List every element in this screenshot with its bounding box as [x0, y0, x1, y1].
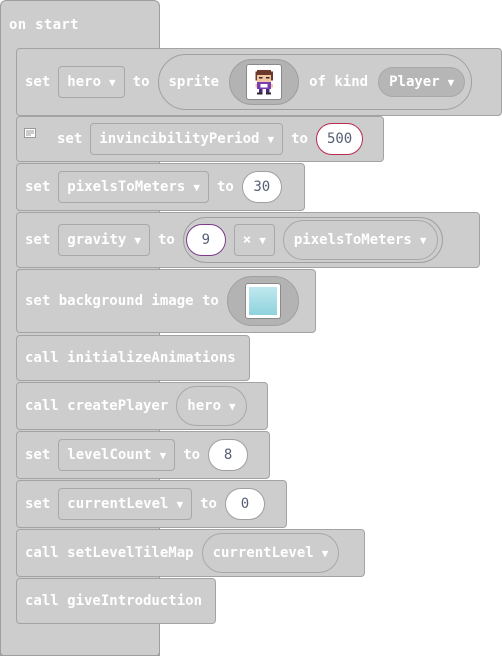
chevron-down-icon: ▼ [419, 233, 427, 247]
chevron-down-icon: ▼ [259, 233, 266, 247]
number-input[interactable]: 500 [315, 123, 364, 155]
kind-dropdown[interactable]: Player ▼ [378, 67, 466, 97]
invincibility-variable-dropdown[interactable]: invincibilityPeriod ▼ [90, 123, 284, 155]
chevron-down-icon: ▼ [447, 75, 455, 89]
background-image-slot[interactable] [226, 276, 299, 326]
set-hero-block[interactable]: set hero ▼ to sprite of kind Player ▼ [16, 48, 502, 116]
chevron-down-icon: ▼ [229, 399, 236, 413]
set-background-block[interactable]: set background image to [16, 269, 316, 333]
to-keyword: to [291, 131, 308, 147]
to-keyword: to [216, 179, 234, 195]
set-level-count-block[interactable]: set levelCount ▼ to 8 [16, 431, 270, 479]
dropdown-value: pixelsToMeters [293, 232, 412, 248]
call-label: call giveIntroduction [25, 593, 203, 609]
set-invincibility-block[interactable]: set invincibilityPeriod ▼ to 500 [16, 116, 384, 162]
current-level-variable-dropdown[interactable]: currentLevel ▼ [58, 488, 193, 520]
call-label: call initializeAnimations [25, 350, 236, 366]
operator-dropdown[interactable]: × ▼ [233, 224, 275, 256]
set-background-label: set background image to [25, 293, 219, 309]
hero-argument-dropdown[interactable]: hero ▼ [176, 386, 247, 426]
background-image-thumbnail-icon [244, 283, 281, 319]
on-start-label: on start [9, 17, 79, 33]
to-keyword: to [132, 74, 150, 90]
dropdown-value: currentLevel [212, 545, 314, 561]
chevron-down-icon: ▼ [159, 448, 167, 462]
chevron-down-icon: ▼ [321, 546, 329, 560]
number-input[interactable]: 8 [208, 439, 249, 471]
multiply-block[interactable]: 9 × ▼ pixelsToMeters ▼ [182, 217, 443, 263]
of-kind-keyword: of kind [309, 74, 369, 90]
level-count-variable-dropdown[interactable]: levelCount ▼ [58, 439, 176, 471]
set-gravity-block[interactable]: set gravity ▼ to 9 × ▼ pixelsToMeters ▼ [16, 212, 480, 268]
pixels-variable-dropdown[interactable]: pixelsToMeters ▼ [58, 171, 209, 203]
gravity-variable-dropdown[interactable]: gravity ▼ [58, 224, 150, 256]
number-input[interactable]: 30 [241, 171, 282, 203]
workspace: on start set hero ▼ to sprite of kind Pl… [0, 0, 502, 656]
dropdown-value: invincibilityPeriod [99, 131, 260, 147]
dropdown-value: levelCount [67, 447, 152, 463]
dropdown-value: currentLevel [67, 496, 169, 512]
set-keyword: set [25, 447, 51, 463]
dropdown-value: pixelsToMeters [67, 179, 186, 195]
set-pixels-block[interactable]: set pixelsToMeters ▼ to 30 [16, 163, 305, 211]
on-start-block-bottom [0, 626, 160, 656]
hero-variable-dropdown[interactable]: hero ▼ [58, 66, 125, 98]
current-level-argument-dropdown[interactable]: currentLevel ▼ [201, 533, 340, 573]
chevron-down-icon: ▼ [176, 497, 184, 511]
dropdown-value: hero [187, 398, 222, 414]
to-keyword: to [200, 496, 217, 512]
sprite-image-slot[interactable] [229, 59, 300, 105]
sprite-keyword: sprite [168, 74, 220, 90]
dropdown-value: gravity [67, 232, 127, 248]
chevron-down-icon: ▼ [109, 75, 116, 89]
set-keyword: set [25, 496, 51, 512]
call-label: call createPlayer [25, 398, 169, 414]
set-keyword: set [25, 232, 51, 248]
dropdown-value: hero [67, 74, 102, 90]
number-input[interactable]: 9 [185, 224, 226, 256]
call-give-introduction-block[interactable]: call giveIntroduction [16, 578, 216, 624]
pixel-character-sprite-icon [246, 64, 283, 100]
comment-icon[interactable] [24, 128, 36, 138]
set-current-level-block[interactable]: set currentLevel ▼ to 0 [16, 480, 287, 528]
to-keyword: to [157, 232, 175, 248]
number-input[interactable]: 0 [224, 488, 265, 520]
set-keyword: set [25, 179, 51, 195]
call-set-level-tile-map-block[interactable]: call setLevelTileMap currentLevel ▼ [16, 529, 365, 577]
call-create-player-block[interactable]: call createPlayer hero ▼ [16, 382, 268, 430]
set-keyword: set [25, 74, 51, 90]
call-label: call setLevelTileMap [25, 545, 194, 561]
sprite-of-kind-block[interactable]: sprite of kind Player ▼ [157, 54, 473, 110]
chevron-down-icon: ▼ [134, 233, 141, 247]
chevron-down-icon: ▼ [193, 180, 200, 194]
chevron-down-icon: ▼ [267, 132, 275, 146]
set-keyword: set [57, 131, 83, 147]
dropdown-value: Player [389, 74, 440, 90]
to-keyword: to [183, 447, 201, 463]
dropdown-value: × [242, 232, 252, 248]
pixels-variable-reporter[interactable]: pixelsToMeters ▼ [282, 220, 438, 260]
call-initialize-animations-block[interactable]: call initializeAnimations [16, 335, 250, 381]
